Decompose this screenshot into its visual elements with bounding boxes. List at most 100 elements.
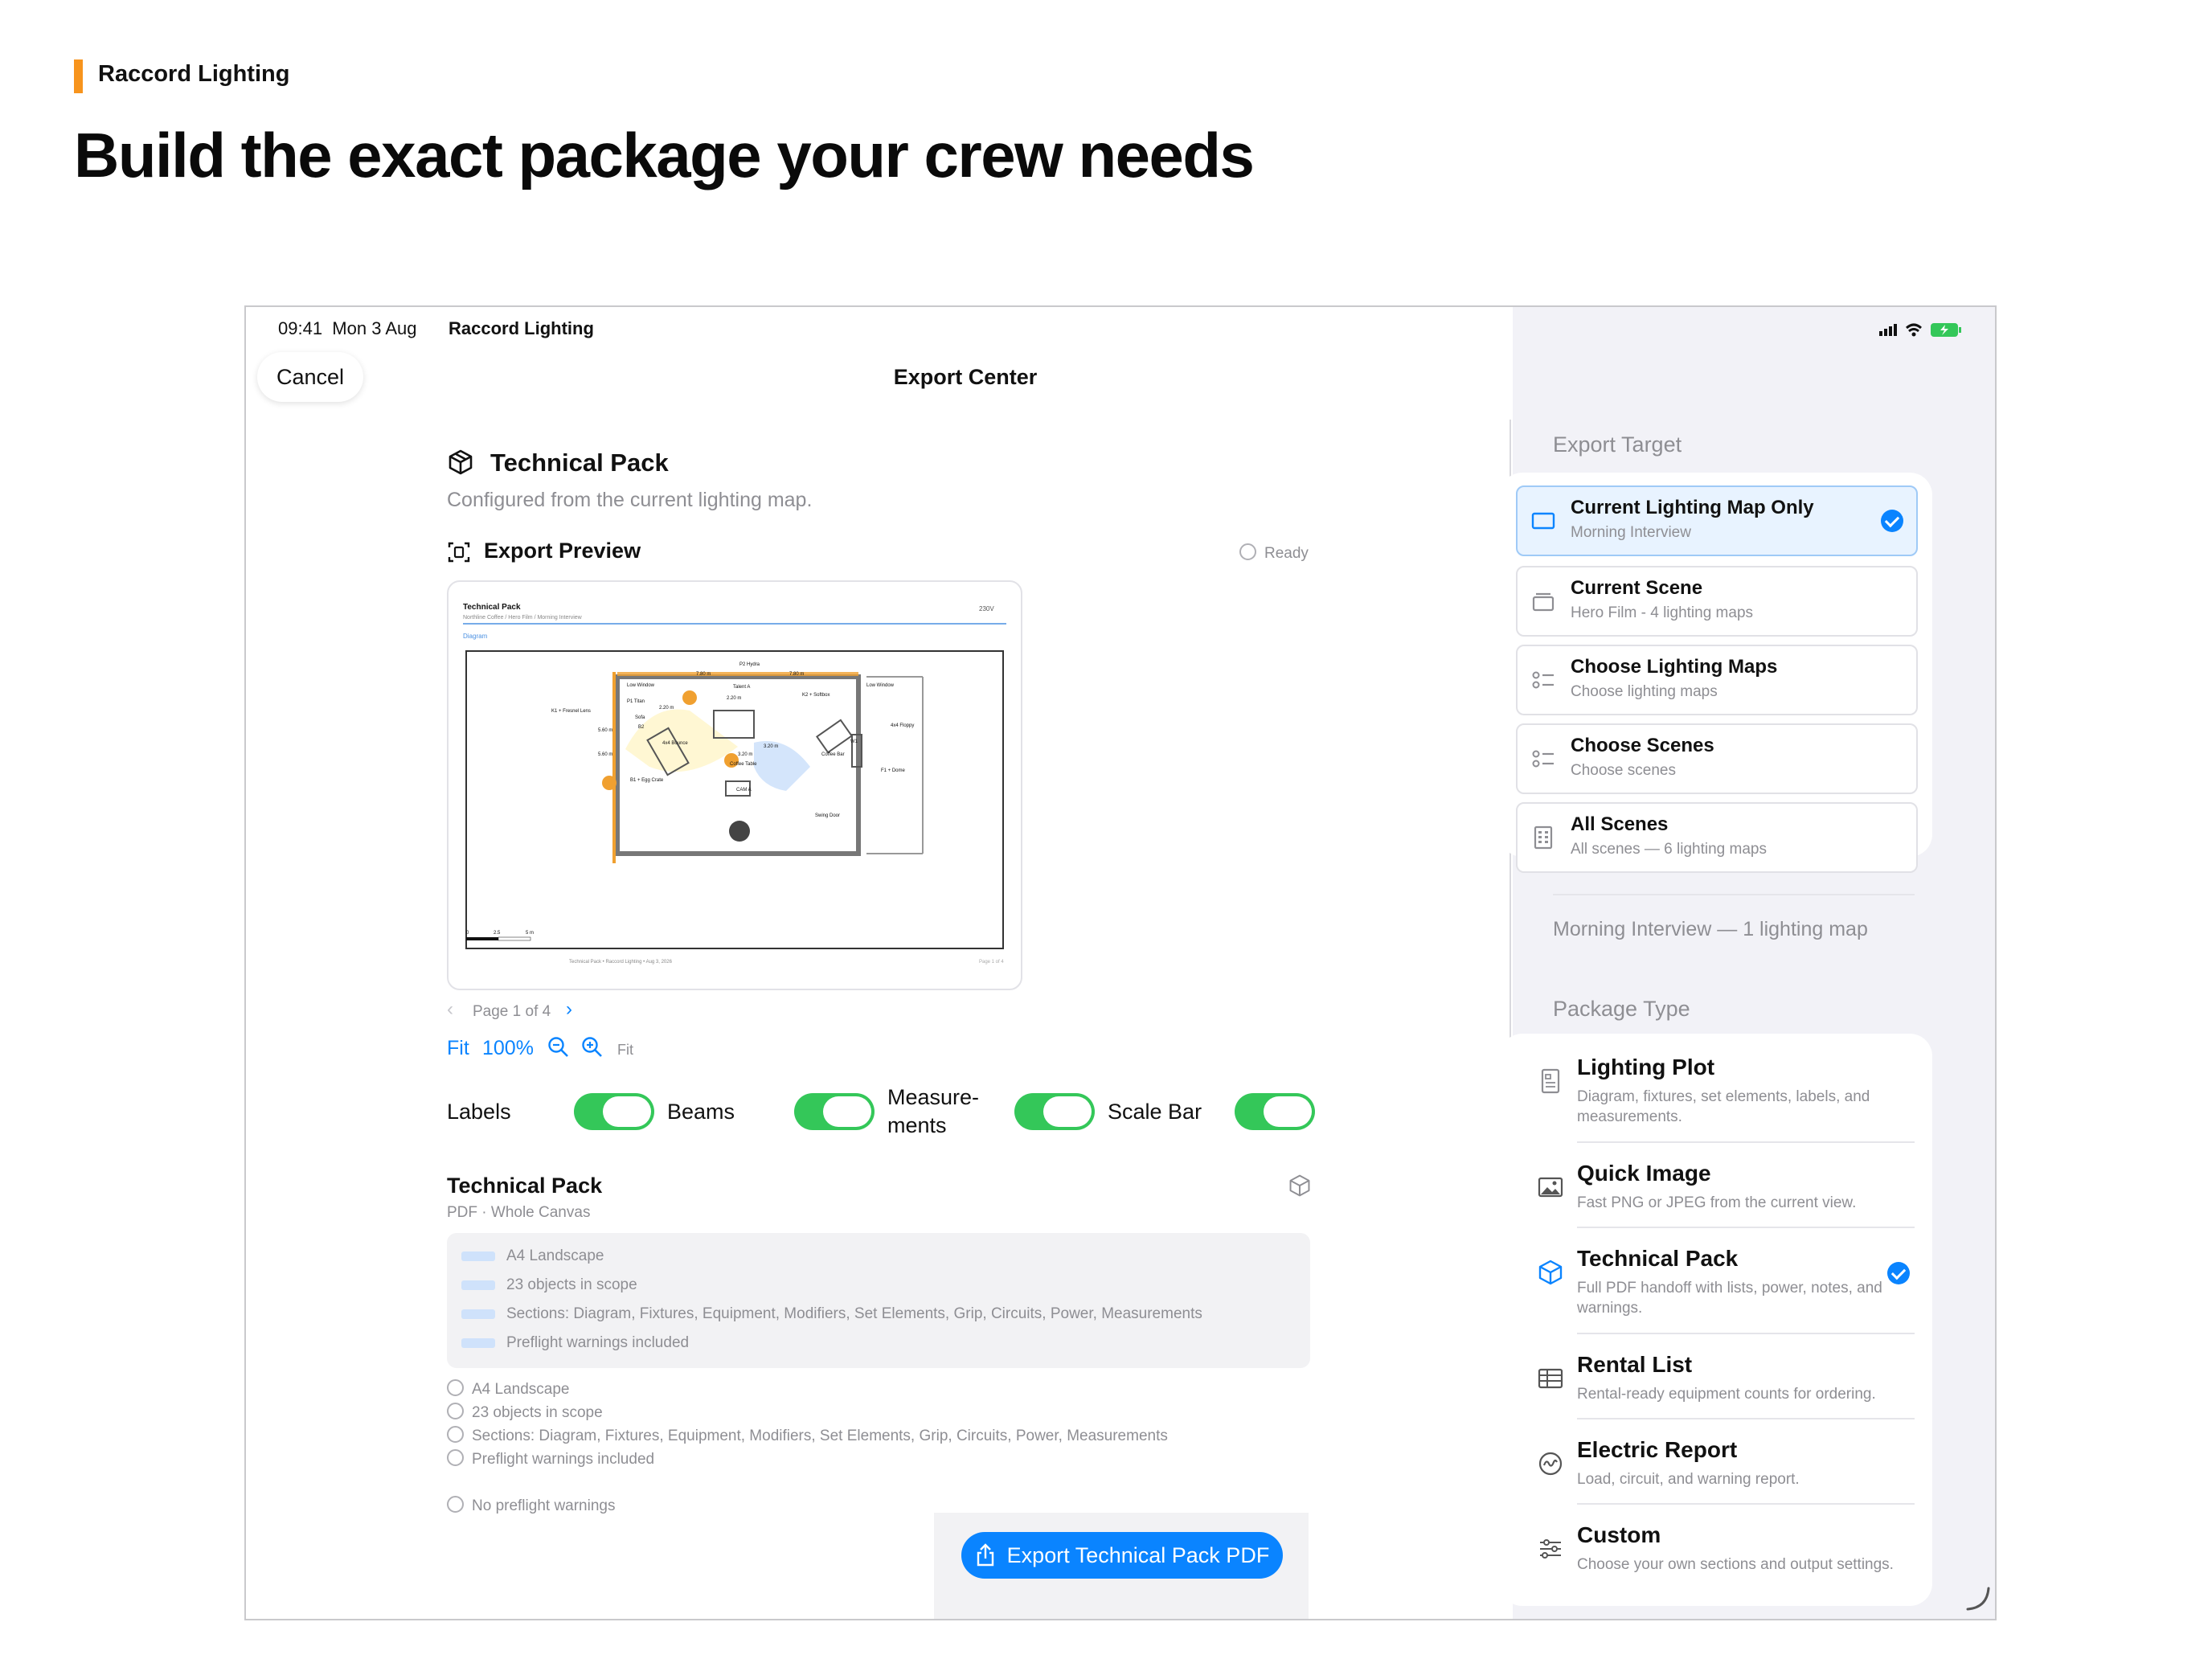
package-title: Quick Image: [1577, 1161, 1711, 1186]
target-all-scenes[interactable]: All Scenes All scenes — 6 lighting maps: [1516, 802, 1918, 873]
table-icon: [1538, 1368, 1563, 1389]
status-icons: [1878, 320, 1966, 343]
waveform-icon: [1538, 1452, 1563, 1476]
package-separator: [1577, 1333, 1915, 1334]
preview-label: Talent A: [733, 685, 750, 690]
zoom-fit-button[interactable]: Fit: [447, 1037, 469, 1060]
target-title: Current Lighting Map Only: [1571, 497, 1814, 518]
summary-item: A4 Landscape: [461, 1247, 604, 1265]
preview-label: Low Window: [866, 683, 895, 688]
summary-box: A4 Landscape 23 objects in scope Section…: [447, 1233, 1310, 1368]
export-button-label: Export Technical Pack PDF: [1006, 1542, 1270, 1567]
photo-icon: [1538, 1177, 1563, 1198]
package-type-label: Package Type: [1553, 997, 1690, 1021]
package-subtitle: Load, circuit, and warning report.: [1577, 1471, 1800, 1488]
preview-label: K2 + Softbox: [802, 693, 830, 698]
preview-label: 2.20 m: [727, 696, 741, 701]
package-quick-image[interactable]: Quick Image Fast PNG or JPEG from the cu…: [1516, 1161, 1918, 1241]
export-target-label: Export Target: [1553, 432, 1682, 457]
prev-page-chevron-icon[interactable]: ‹: [447, 998, 453, 1021]
target-separator: [1553, 894, 1915, 895]
toggle-label-beams: Beams: [667, 1100, 735, 1124]
preview-document: Technical Pack Northline Coffee / Hero F…: [463, 603, 1006, 965]
selected-check-icon: [1881, 510, 1903, 532]
status-app: Raccord Lighting: [449, 318, 594, 338]
package-lighting-plot[interactable]: Lighting Plot Diagram, fixtures, set ele…: [1516, 1055, 1918, 1143]
preview-label: Swing Door: [815, 813, 840, 818]
check-item: 23 objects in scope: [447, 1403, 603, 1422]
selected-check-icon: [1887, 1262, 1910, 1284]
target-subtitle: Choose lighting maps: [1571, 683, 1718, 700]
check-circle-icon: [1239, 543, 1256, 561]
scale-label: 0: [466, 931, 469, 936]
ipad-screen: 09:41 Mon 3 Aug Raccord Lighting Cancel …: [244, 305, 1997, 1620]
target-title: All Scenes: [1571, 813, 1669, 835]
zoom-fit-small[interactable]: Fit: [617, 1042, 633, 1059]
pack-title: Technical Pack: [490, 449, 669, 477]
zoom-out-icon[interactable]: [547, 1035, 571, 1059]
target-current-map[interactable]: Current Lighting Map Only Morning Interv…: [1516, 485, 1918, 556]
target-subtitle: Morning Interview: [1571, 524, 1691, 541]
package-electric-report[interactable]: Electric Report Load, circuit, and warni…: [1516, 1437, 1918, 1518]
measurements-toggle[interactable]: [1014, 1093, 1095, 1130]
scale-label: 5 m: [526, 931, 534, 936]
labels-toggle[interactable]: [574, 1093, 654, 1130]
next-page-chevron-icon[interactable]: ›: [566, 998, 572, 1021]
document-icon: [1541, 1068, 1560, 1094]
preview-doc-footer: Technical Pack • Raccord Lighting • Aug …: [569, 960, 673, 965]
package-title: Lighting Plot: [1577, 1055, 1715, 1079]
brand-accent-bar: [74, 59, 83, 93]
package-subtitle: Full PDF handoff with lists, power, note…: [1577, 1280, 1882, 1317]
target-choose-maps[interactable]: Choose Lighting Maps Choose lighting map…: [1516, 645, 1918, 715]
cancel-button[interactable]: Cancel: [257, 352, 363, 402]
export-pdf-button[interactable]: Export Technical Pack PDF: [961, 1532, 1283, 1579]
package-title: Rental List: [1577, 1352, 1693, 1377]
package-subtitle: Rental-ready equipment counts for orderi…: [1577, 1386, 1876, 1403]
check-item: Preflight warnings included: [447, 1449, 654, 1469]
summary-subtitle: PDF · Whole Canvas: [447, 1204, 591, 1221]
preview-label: 3.20 m: [738, 752, 752, 757]
preview-label: 4x4 Bounce: [662, 741, 688, 746]
package-rental-list[interactable]: Rental List Rental-ready equipment count…: [1516, 1352, 1918, 1432]
preview-label: 4x4 Floppy: [891, 723, 914, 728]
preview-label: 7.80 m: [696, 672, 711, 677]
sliders-icon: [1540, 1539, 1561, 1559]
package-title: Technical Pack: [1577, 1246, 1739, 1271]
checklist-icon: [1532, 750, 1554, 768]
toggle-label-measurements: Measure- ments: [887, 1085, 980, 1137]
package-technical-pack[interactable]: Technical Pack Full PDF handoff with lis…: [1516, 1246, 1918, 1334]
target-title: Choose Scenes: [1571, 735, 1714, 756]
status-time: 09:41 Mon 3 Aug: [278, 318, 417, 338]
preview-doc-title: Technical Pack: [463, 603, 521, 612]
target-subtitle: Choose scenes: [1571, 762, 1676, 779]
zoom-in-icon[interactable]: [580, 1035, 604, 1059]
summary-item: 23 objects in scope: [461, 1276, 637, 1294]
preview-doc-subtitle: Northline Coffee / Hero Film / Morning I…: [463, 615, 583, 621]
preview-label: Coffee Table: [730, 762, 757, 767]
cube-icon: [1538, 1260, 1563, 1285]
checklist-icon: [1532, 671, 1554, 689]
target-footer: Morning Interview — 1 lighting map: [1553, 918, 1868, 940]
pack-subtitle: Configured from the current lighting map…: [447, 489, 813, 511]
beams-toggle[interactable]: [794, 1093, 875, 1130]
preview-label: 3.20 m: [764, 744, 778, 749]
preview-label: K1 + Fresnel Lens: [551, 709, 591, 714]
export-preview-page[interactable]: Technical Pack Northline Coffee / Hero F…: [447, 580, 1022, 990]
cube-outline-icon: [1288, 1174, 1312, 1198]
preview-label: 7.80 m: [789, 672, 804, 677]
target-subtitle: All scenes — 6 lighting maps: [1571, 841, 1767, 858]
stack-icon: [1532, 592, 1555, 612]
preview-icon: [447, 540, 471, 564]
check-item: Sections: Diagram, Fixtures, Equipment, …: [447, 1426, 1168, 1445]
nav-title: Export Center: [893, 365, 1038, 389]
target-choose-scenes[interactable]: Choose Scenes Choose scenes: [1516, 723, 1918, 794]
preview-label: B1 + Egg Crate: [630, 778, 664, 783]
preview-label: F1 + Dome: [881, 768, 906, 773]
preview-label: CAM A: [736, 788, 752, 793]
resize-handle-icon[interactable]: [1964, 1585, 1992, 1612]
target-current-scene[interactable]: Current Scene Hero Film - 4 lighting map…: [1516, 566, 1918, 637]
rectangle-icon: [1531, 512, 1555, 530]
building-icon: [1534, 825, 1553, 850]
package-custom[interactable]: Custom Choose your own sections and outp…: [1516, 1522, 1918, 1603]
scale-bar-toggle[interactable]: [1235, 1093, 1315, 1130]
